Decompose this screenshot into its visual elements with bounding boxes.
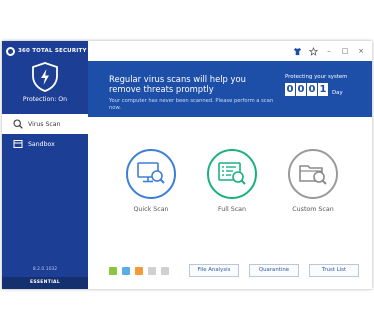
folder-magnifier-icon bbox=[299, 165, 327, 185]
sandbox-icon bbox=[13, 139, 23, 149]
title-bar: – □ × bbox=[88, 41, 372, 61]
banner-subline: Your computer has never been scanned. Pl… bbox=[109, 98, 274, 111]
app-window: 360 TOTAL SECURITY Protection: On Virus … bbox=[2, 41, 372, 289]
sidebar-item-sandbox[interactable]: Sandbox bbox=[2, 134, 88, 154]
quick-scan-label: Quick Scan bbox=[133, 206, 169, 213]
quarantine-button[interactable]: Quarantine bbox=[249, 264, 299, 277]
close-icon[interactable]: × bbox=[356, 46, 366, 56]
virus-scan-icon bbox=[13, 119, 23, 129]
day-digit: 0 bbox=[307, 83, 317, 96]
protecting-label: Protecting your system bbox=[285, 74, 348, 80]
engine-4-icon[interactable] bbox=[148, 267, 156, 275]
quick-scan-button[interactable]: Quick Scan bbox=[119, 149, 183, 213]
banner-headline: Regular virus scans will help you remove… bbox=[109, 74, 246, 94]
engine-2-icon[interactable] bbox=[122, 267, 130, 275]
custom-scan-button[interactable]: Custom Scan bbox=[281, 149, 345, 213]
engine-5-icon[interactable] bbox=[161, 267, 169, 275]
custom-scan-circle bbox=[288, 149, 338, 199]
minimize-icon[interactable]: – bbox=[324, 46, 334, 56]
sidebar: 360 TOTAL SECURITY Protection: On Virus … bbox=[2, 41, 88, 289]
app-logo: 360 TOTAL SECURITY bbox=[6, 45, 87, 57]
full-scan-circle bbox=[207, 149, 257, 199]
trust-list-button[interactable]: Trust List bbox=[309, 264, 359, 277]
quick-scan-circle bbox=[126, 149, 176, 199]
sidebar-item-label: Sandbox bbox=[28, 140, 55, 148]
days-counter: 0 0 0 1 Day bbox=[285, 83, 343, 96]
days-unit: Day bbox=[332, 90, 343, 96]
sidebar-item-virus-scan[interactable]: Virus Scan bbox=[2, 114, 88, 134]
day-digit: 0 bbox=[296, 83, 306, 96]
status-banner: Regular virus scans will help you remove… bbox=[88, 61, 372, 117]
custom-scan-label: Custom Scan bbox=[292, 206, 334, 213]
engine-1-icon[interactable] bbox=[109, 267, 117, 275]
monitor-magnifier-icon bbox=[137, 162, 165, 184]
edition-label: ESSENTIAL bbox=[2, 277, 88, 289]
maximize-icon[interactable]: □ bbox=[340, 46, 350, 56]
shield-lightning-icon bbox=[32, 62, 58, 92]
sidebar-item-label: Virus Scan bbox=[28, 120, 61, 128]
logo-text: 360 TOTAL SECURITY bbox=[18, 48, 87, 54]
protection-status: Protection: On bbox=[22, 96, 68, 103]
version-label: 8.2.0.1032 bbox=[32, 267, 58, 272]
file-analysis-button[interactable]: File Analysis bbox=[189, 264, 239, 277]
shirt-skin-icon[interactable] bbox=[292, 46, 302, 56]
day-digit: 0 bbox=[285, 83, 295, 96]
list-magnifier-icon bbox=[218, 162, 246, 185]
day-digit: 1 bbox=[318, 83, 328, 96]
full-scan-button[interactable]: Full Scan bbox=[200, 149, 264, 213]
engine-3-icon[interactable] bbox=[135, 267, 143, 275]
star-icon[interactable] bbox=[308, 46, 318, 56]
full-scan-label: Full Scan bbox=[217, 206, 247, 213]
logo-icon bbox=[6, 46, 15, 56]
